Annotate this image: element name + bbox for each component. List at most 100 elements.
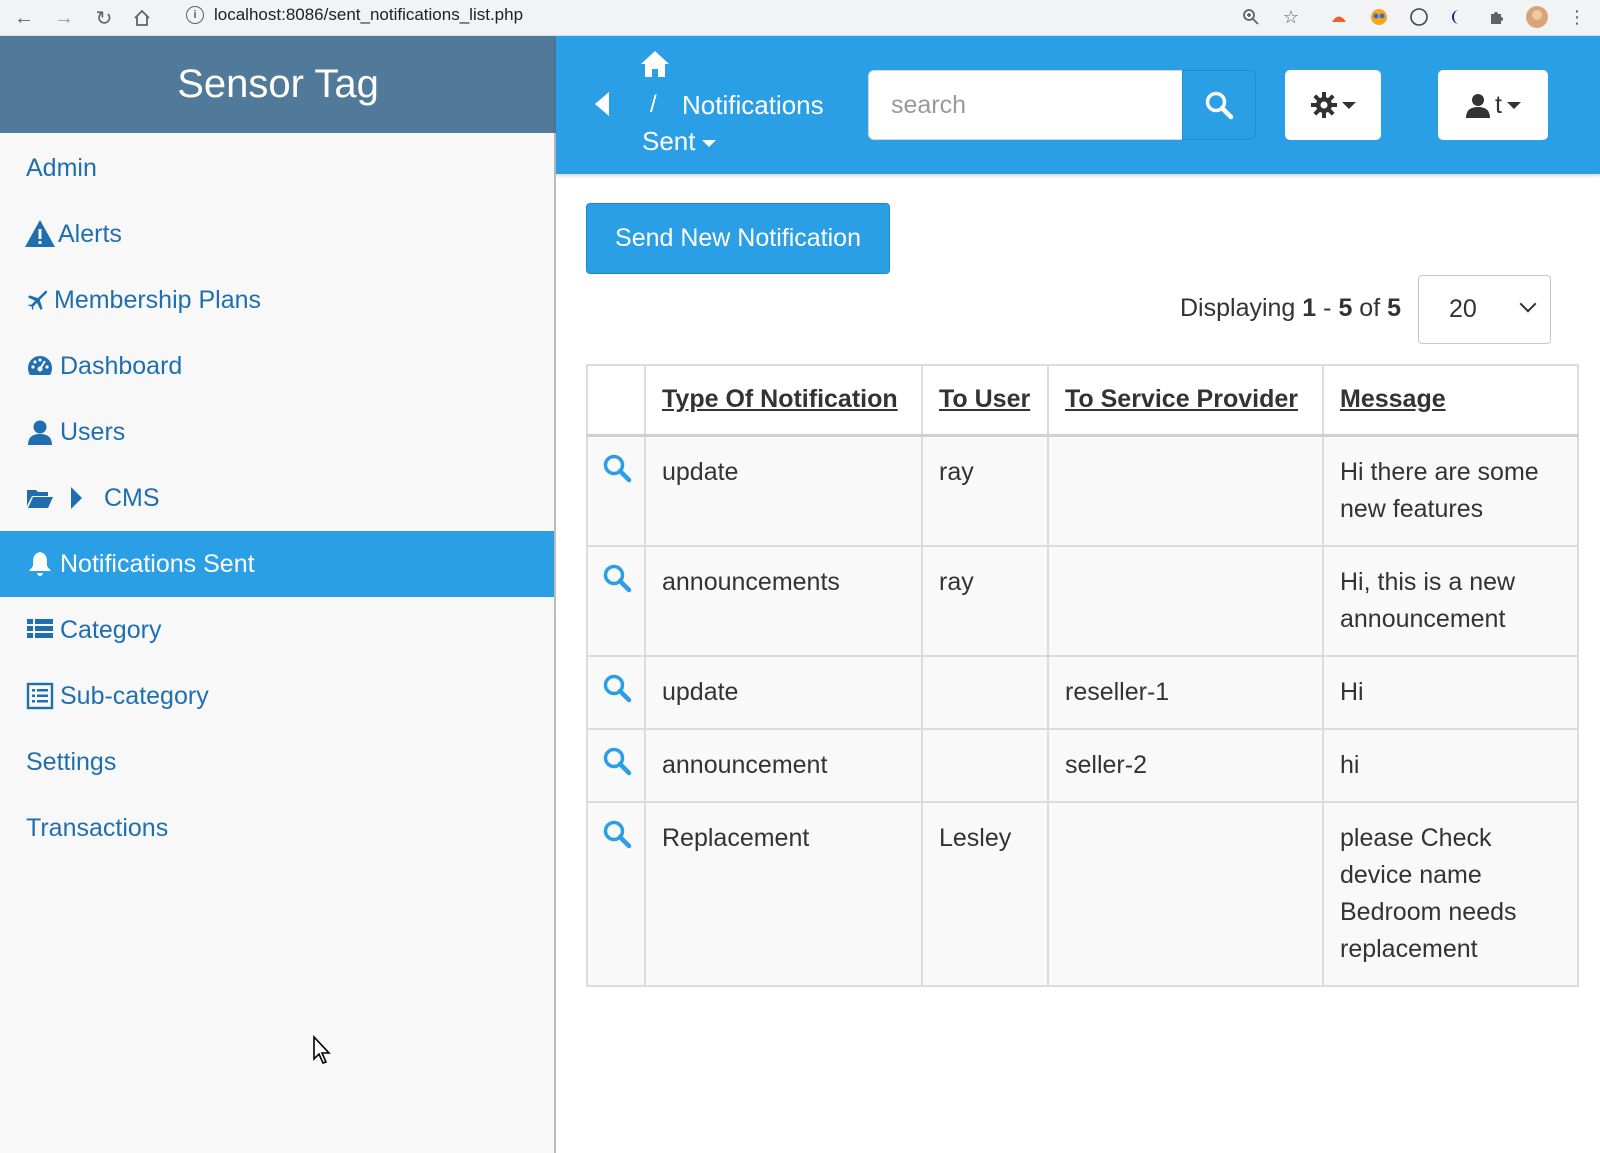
- back-arrow-icon[interactable]: ←: [10, 4, 38, 32]
- user-initial: t: [1495, 90, 1502, 119]
- column-header-message[interactable]: Message: [1322, 364, 1579, 436]
- caret-left-icon[interactable]: [592, 91, 612, 117]
- cell-to-provider: reseller-1: [1047, 654, 1324, 730]
- user-icon: [1466, 94, 1491, 118]
- zoom-icon[interactable]: [1238, 4, 1264, 30]
- url-text[interactable]: localhost:8086/sent_notifications_list.p…: [214, 5, 523, 25]
- info-icon[interactable]: i: [186, 6, 204, 24]
- breadcrumb-dropdown[interactable]: Sent: [642, 126, 716, 157]
- sidebar-item-label: Category: [60, 615, 162, 644]
- extension-icon[interactable]: [1326, 4, 1352, 30]
- folder-open-icon: [26, 484, 54, 512]
- column-header-to-service-provider[interactable]: To Service Provider: [1047, 364, 1324, 436]
- cell-to-provider: seller-2: [1047, 727, 1324, 803]
- search-button[interactable]: [1182, 70, 1256, 140]
- column-header-to-user[interactable]: To User: [921, 364, 1049, 436]
- sidebar-item-label: Notifications Sent: [60, 549, 255, 578]
- view-search-icon[interactable]: [602, 674, 632, 709]
- cell-type: Replacement: [644, 800, 923, 987]
- cell-to-provider: [1047, 800, 1324, 987]
- caret-down-icon: [1506, 101, 1521, 109]
- sidebar-item-alerts[interactable]: Alerts: [0, 201, 554, 267]
- cell-to-user: ray: [921, 544, 1049, 657]
- sidebar-item-label: Users: [60, 417, 126, 446]
- reload-icon[interactable]: ↻: [90, 4, 118, 32]
- breadcrumb-title[interactable]: Notifications: [682, 90, 824, 121]
- extension-icon[interactable]: [1444, 4, 1470, 30]
- extensions-puzzle-icon[interactable]: [1484, 4, 1510, 30]
- list-icon: [26, 616, 54, 644]
- cell-message: hi: [1322, 727, 1579, 803]
- extension-icon[interactable]: [1366, 4, 1392, 30]
- home-icon[interactable]: [128, 4, 156, 32]
- gear-icon: [1310, 92, 1337, 118]
- caret-down-icon: [701, 140, 716, 147]
- profile-avatar[interactable]: [1524, 4, 1550, 30]
- dashboard-icon: [26, 352, 54, 380]
- settings-dropdown-button[interactable]: [1285, 70, 1381, 140]
- cell-type: update: [644, 654, 923, 730]
- cell-to-user: [921, 654, 1049, 730]
- table-row: update ray Hi there are some new feature…: [586, 434, 1579, 547]
- user-dropdown-button[interactable]: t: [1438, 70, 1548, 140]
- sidebar-item-settings[interactable]: Settings: [0, 729, 554, 795]
- sidebar-item-users[interactable]: Users: [0, 399, 554, 465]
- pagination-summary: Displaying 1 - 5 of 5: [1180, 294, 1402, 322]
- cell-message: Hi, this is a new announcement: [1322, 544, 1579, 657]
- table-row: Replacement Lesley please Check device n…: [586, 800, 1579, 987]
- sidebar-item-membership-plans[interactable]: Membership Plans: [0, 267, 554, 333]
- warning-icon: [24, 218, 56, 250]
- sidebar-item-label: Settings: [26, 747, 117, 776]
- extension-icon[interactable]: [1406, 4, 1432, 30]
- sidebar-item-label: Transactions: [26, 813, 169, 842]
- caret-right-icon: [68, 484, 84, 512]
- caret-down-icon: [1341, 101, 1356, 109]
- list-alt-icon: [26, 682, 54, 710]
- table-row: announcements ray Hi, this is a new anno…: [586, 544, 1579, 657]
- table-row: announcement seller-2 hi: [586, 727, 1579, 803]
- brand-title[interactable]: Sensor Tag: [0, 36, 556, 133]
- sidebar-item-label: Alerts: [58, 219, 122, 248]
- chevron-down-icon: [1519, 295, 1537, 313]
- mouse-cursor-icon: [313, 1035, 331, 1064]
- bell-icon: [26, 550, 54, 578]
- column-header-actions: [586, 364, 646, 436]
- top-navbar: / Notifications Sent t: [556, 36, 1600, 174]
- cell-to-provider: [1047, 544, 1324, 657]
- sidebar-item-dashboard[interactable]: Dashboard: [0, 333, 554, 399]
- table-row: update reseller-1 Hi: [586, 654, 1579, 730]
- search-input[interactable]: [868, 70, 1183, 140]
- view-search-icon[interactable]: [602, 820, 632, 855]
- send-new-notification-button[interactable]: Send New Notification: [586, 203, 890, 274]
- sidebar-item-sub-category[interactable]: Sub-category: [0, 663, 554, 729]
- sidebar-item-cms[interactable]: CMS: [0, 465, 554, 531]
- view-search-icon[interactable]: [602, 454, 632, 489]
- bookmark-star-icon[interactable]: ☆: [1278, 4, 1304, 30]
- cell-type: announcement: [644, 727, 923, 803]
- sidebar-item-admin[interactable]: Admin: [0, 135, 554, 201]
- cell-to-user: Lesley: [921, 800, 1049, 987]
- page-size-select[interactable]: 20: [1418, 275, 1551, 344]
- cell-message: please Check device name Bedroom needs r…: [1322, 800, 1579, 987]
- sidebar-item-transactions[interactable]: Transactions: [0, 795, 554, 861]
- forward-arrow-icon[interactable]: →: [50, 4, 78, 32]
- cell-message: Hi there are some new features: [1322, 434, 1579, 547]
- column-header-type[interactable]: Type Of Notification: [644, 364, 923, 436]
- cell-type: update: [644, 434, 923, 547]
- sidebar-item-label: Membership Plans: [54, 285, 262, 314]
- sidebar-item-category[interactable]: Category: [0, 597, 554, 663]
- cell-to-provider: [1047, 434, 1324, 547]
- breadcrumb-separator: /: [650, 91, 657, 118]
- more-vert-icon[interactable]: ⋮: [1564, 4, 1590, 30]
- search-icon: [1205, 91, 1234, 120]
- user-icon: [26, 418, 54, 446]
- breadcrumb-sub-label: Sent: [642, 126, 696, 156]
- home-icon[interactable]: [640, 50, 670, 78]
- sidebar: Sensor Tag Admin Alerts Membership Plans…: [0, 36, 556, 1153]
- table-header-row: Type Of Notification To User To Service …: [586, 364, 1579, 436]
- view-search-icon[interactable]: [602, 747, 632, 782]
- sidebar-item-notifications-sent[interactable]: Notifications Sent: [0, 531, 554, 597]
- notifications-table: Type Of Notification To User To Service …: [586, 364, 1579, 987]
- view-search-icon[interactable]: [602, 564, 632, 599]
- sidebar-item-label: Admin: [26, 153, 97, 182]
